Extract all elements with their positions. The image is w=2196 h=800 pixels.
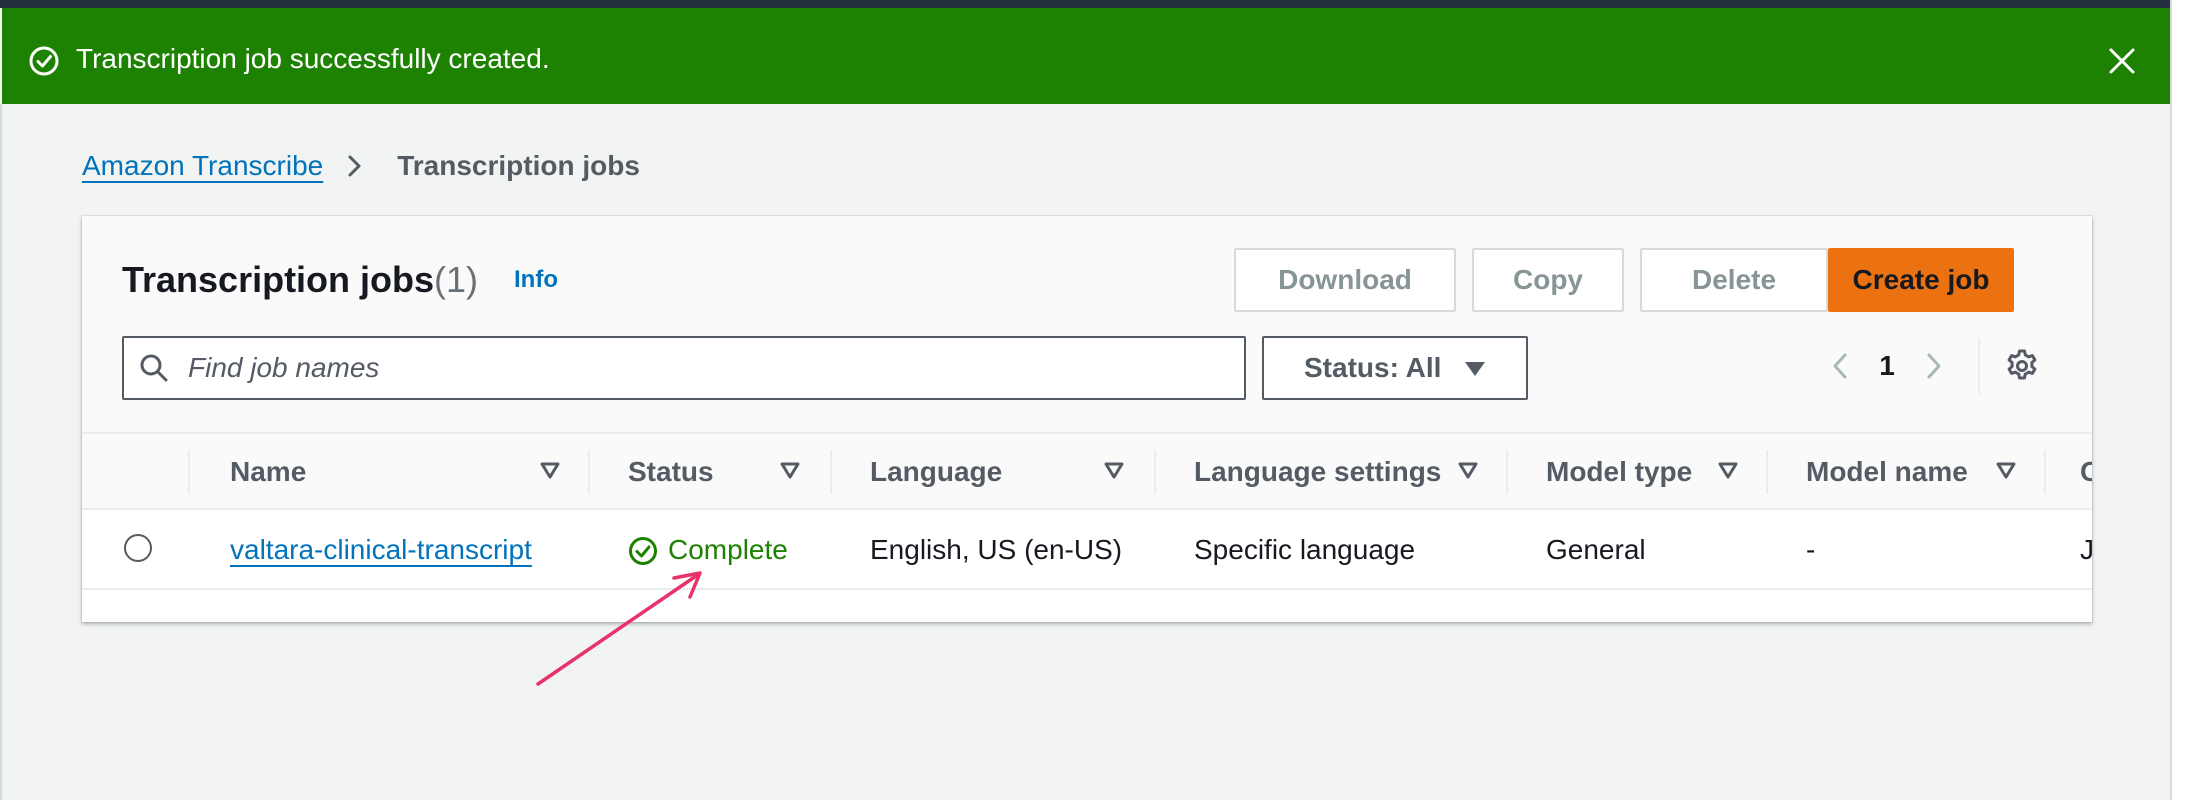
close-icon[interactable] bbox=[2106, 45, 2138, 77]
chevron-right-icon[interactable] bbox=[1918, 346, 1950, 386]
table-header: Name Status Language Language settings M… bbox=[82, 432, 2092, 510]
search-icon bbox=[140, 354, 168, 382]
transcription-jobs-table-panel: Transcription jobs (1) Info Download Cop… bbox=[82, 216, 2092, 622]
job-created: J bbox=[2080, 534, 2092, 565]
sort-down-icon[interactable] bbox=[1718, 460, 1738, 480]
top-navigation-strip bbox=[0, 0, 2196, 8]
success-flashbar: Transcription job successfully created. bbox=[2, 8, 2170, 104]
table-row[interactable]: valtara-clinical-transcript Complete Eng… bbox=[82, 510, 2092, 590]
column-header-language[interactable]: Language bbox=[870, 456, 1002, 488]
create-job-button[interactable]: Create job bbox=[1828, 248, 2014, 312]
column-divider bbox=[1766, 450, 1768, 494]
delete-button[interactable]: Delete bbox=[1640, 248, 1828, 312]
column-header-model-name[interactable]: Model name bbox=[1806, 456, 1968, 488]
column-header-created[interactable]: C bbox=[2080, 456, 2092, 488]
job-count: (1) bbox=[434, 259, 478, 300]
sort-down-icon[interactable] bbox=[780, 460, 800, 480]
right-panel-edge bbox=[2170, 0, 2196, 800]
column-header-language-settings[interactable]: Language settings bbox=[1194, 456, 1441, 488]
column-divider bbox=[830, 450, 832, 494]
breadcrumb-amazon-transcribe[interactable]: Amazon Transcribe bbox=[82, 150, 323, 182]
search-input[interactable] bbox=[188, 348, 1228, 388]
download-button[interactable]: Download bbox=[1234, 248, 1456, 312]
info-link[interactable]: Info bbox=[514, 266, 558, 294]
column-header-name[interactable]: Name bbox=[230, 456, 306, 488]
search-field[interactable] bbox=[122, 336, 1246, 400]
row-select-radio[interactable] bbox=[124, 534, 152, 562]
status-filter-label: Status: All bbox=[1304, 352, 1442, 383]
job-model-name: - bbox=[1806, 534, 1816, 565]
job-language: English, US (en-US) bbox=[870, 534, 1123, 565]
sort-down-icon[interactable] bbox=[1458, 460, 1478, 480]
sort-down-icon[interactable] bbox=[1996, 460, 2016, 480]
copy-button[interactable]: Copy bbox=[1472, 248, 1624, 312]
column-divider bbox=[188, 450, 190, 494]
column-divider bbox=[1154, 450, 1156, 494]
status-filter-select[interactable]: Status: All bbox=[1262, 336, 1528, 400]
column-header-model-type[interactable]: Model type bbox=[1546, 456, 1692, 488]
breadcrumb: Amazon Transcribe Transcription jobs bbox=[82, 146, 640, 186]
breadcrumb-transcription-jobs: Transcription jobs bbox=[397, 150, 640, 181]
panel-title: Transcription jobs bbox=[122, 259, 435, 300]
column-divider bbox=[588, 450, 590, 494]
job-language-settings: Specific language bbox=[1194, 534, 1416, 565]
sort-down-icon[interactable] bbox=[1104, 460, 1124, 480]
page-number[interactable]: 1 bbox=[1872, 346, 1902, 386]
job-model-type: General bbox=[1546, 534, 1646, 565]
column-divider bbox=[2044, 450, 2046, 494]
left-border bbox=[0, 104, 2, 800]
caret-down-icon bbox=[1465, 362, 1485, 376]
sort-down-icon[interactable] bbox=[540, 460, 560, 480]
gear-icon[interactable] bbox=[2004, 348, 2040, 384]
success-check-icon bbox=[629, 537, 657, 565]
column-divider bbox=[1506, 450, 1508, 494]
job-status: Complete bbox=[668, 534, 788, 565]
job-name-link[interactable]: valtara-clinical-transcript bbox=[230, 530, 532, 570]
pagination-divider bbox=[1978, 338, 1980, 394]
success-check-icon bbox=[29, 46, 59, 76]
flashbar-message: Transcription job successfully created. bbox=[76, 43, 550, 74]
column-header-status[interactable]: Status bbox=[628, 456, 714, 488]
panel-header: Transcription jobs (1) Info Download Cop… bbox=[82, 216, 2092, 432]
chevron-right-icon bbox=[348, 155, 361, 177]
chevron-left-icon[interactable] bbox=[1824, 346, 1856, 386]
